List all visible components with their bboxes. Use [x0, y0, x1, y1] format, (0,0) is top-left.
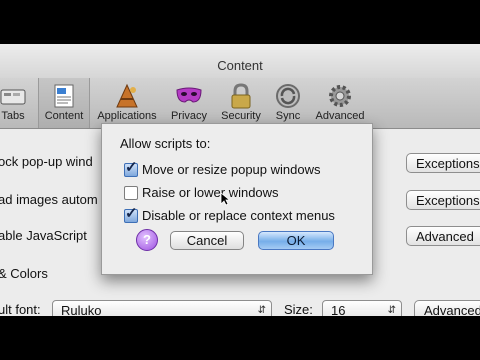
default-font-value: Ruluko — [61, 303, 102, 316]
option-label: Move or resize popup windows — [142, 162, 321, 177]
toolbar-tab-content[interactable]: Content — [38, 78, 90, 128]
toolbar-tab-security[interactable]: Security — [216, 78, 266, 128]
privacy-mask-icon — [176, 87, 202, 103]
content-icon — [54, 84, 74, 108]
option-label: Disable or replace context menus — [142, 208, 335, 223]
checkbox-checked[interactable]: ✓ — [124, 205, 138, 223]
toolbar-tab-tabs[interactable]: Tabs — [0, 78, 36, 128]
checkbox-checked[interactable]: ✓ — [124, 159, 138, 177]
help-button[interactable]: ? — [136, 229, 158, 251]
window-title: Content — [217, 58, 263, 73]
toolbar-label: Content — [44, 110, 84, 122]
option-label: Raise or lower windows — [142, 185, 279, 200]
preferences-toolbar: Tabs Content Applications Privacy Securi… — [0, 78, 480, 129]
popup-exceptions-button[interactable]: Exceptions — [406, 153, 480, 173]
fonts-colors-heading: & Colors — [0, 266, 48, 281]
default-font-label: ult font: — [0, 302, 41, 316]
enable-javascript-label: able JavaScript — [0, 228, 87, 243]
gear-icon — [329, 85, 351, 107]
chevron-down-icon: ⇵ — [387, 305, 396, 316]
toolbar-label: Applications — [97, 110, 157, 122]
toolbar-tab-privacy[interactable]: Privacy — [166, 78, 212, 128]
font-size-label: Size: — [284, 302, 313, 316]
images-exceptions-button[interactable]: Exceptions — [406, 190, 480, 210]
toolbar-label: Tabs — [1, 110, 25, 122]
chevron-down-icon: ⇵ — [257, 305, 266, 316]
padlock-icon — [231, 83, 251, 109]
title-bar: Content — [0, 44, 480, 78]
allow-scripts-heading: Allow scripts to: — [120, 136, 211, 151]
toolbar-label: Sync — [275, 110, 301, 122]
ok-button[interactable]: OK — [258, 231, 334, 250]
applications-icon — [116, 83, 138, 108]
font-size-value: 16 — [331, 303, 346, 316]
mouse-pointer-icon — [220, 192, 230, 206]
tabs-icon — [0, 89, 26, 105]
advanced-javascript-dialog: Allow scripts to: ✓ Move or resize popup… — [101, 123, 373, 275]
default-font-select[interactable]: Ruluko ⇵ — [52, 300, 272, 316]
toolbar-tab-advanced[interactable]: Advanced — [312, 78, 368, 128]
toolbar-label: Privacy — [170, 110, 208, 122]
toolbar-label: Security — [221, 110, 261, 122]
checkmark-icon: ✓ — [125, 205, 138, 222]
toolbar-label: Advanced — [315, 110, 365, 122]
sync-icon — [276, 84, 300, 108]
font-size-select[interactable]: 16 ⇵ — [322, 300, 402, 316]
checkbox-unchecked[interactable] — [124, 186, 138, 200]
font-advanced-button[interactable]: Advanced — [414, 300, 480, 316]
block-popups-label: ock pop-up wind — [0, 154, 93, 169]
cancel-button[interactable]: Cancel — [170, 231, 244, 250]
checkmark-icon: ✓ — [125, 159, 138, 176]
load-images-label: ad images autom — [0, 192, 98, 207]
toolbar-tab-applications[interactable]: Applications — [92, 78, 162, 128]
javascript-advanced-button[interactable]: Advanced — [406, 226, 480, 246]
toolbar-tab-sync[interactable]: Sync — [268, 78, 308, 128]
